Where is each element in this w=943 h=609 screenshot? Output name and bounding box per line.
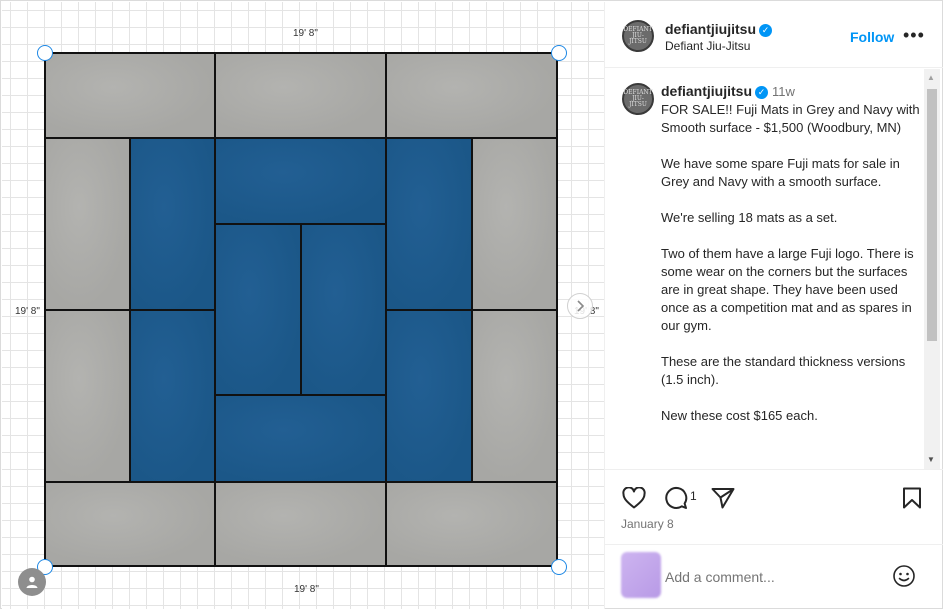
resize-handle-bottom-right[interactable] — [551, 559, 567, 575]
mat-navy — [214, 394, 387, 483]
mat-navy — [129, 137, 216, 311]
heart-icon[interactable] — [621, 485, 647, 511]
mat-grey — [385, 481, 558, 567]
comment-composer — [605, 544, 943, 609]
mat-navy — [385, 309, 473, 483]
emoji-icon[interactable] — [892, 564, 916, 588]
header-username-row: defiantjiujitsu ✓ — [665, 21, 772, 39]
mat-grey — [385, 52, 558, 139]
mat-grey — [471, 137, 558, 311]
mat-grey — [214, 52, 387, 139]
caption-text: FOR SALE!! Fuji Mats in Grey and Navy wi… — [661, 101, 923, 443]
mat-grey — [44, 52, 216, 139]
resize-handle-top-right[interactable] — [551, 45, 567, 61]
caption-username-row: defiantjiujitsu ✓ — [661, 83, 768, 101]
avatar-logo-text: DEFIANT JIU-JITSU — [623, 89, 653, 108]
post-sidebar: DEFIANT JIU-JITSU defiantjiujitsu ✓ Defia… — [604, 2, 943, 609]
resize-handle-top-left[interactable] — [37, 45, 53, 61]
caption-paragraph: These are the standard thickness version… — [661, 354, 906, 387]
caption-section: DEFIANT JIU-JITSU defiantjiujitsu ✓ 11w F… — [605, 69, 943, 469]
mat-grey — [471, 309, 558, 483]
dimension-label-top: 19' 8" — [293, 28, 318, 39]
comment-count: 1 — [690, 489, 697, 503]
mat-navy — [300, 223, 387, 396]
comment-icon[interactable] — [663, 485, 689, 511]
mat-grey — [214, 481, 387, 567]
avatar[interactable]: DEFIANT JIU-JITSU — [622, 20, 654, 52]
follow-button[interactable]: Follow — [850, 29, 894, 45]
post-date[interactable]: January 8 — [621, 517, 674, 531]
scrollbar-thumb[interactable] — [927, 89, 937, 341]
mat-navy — [214, 137, 387, 225]
scroll-up-icon[interactable]: ▲ — [927, 73, 935, 82]
mat-grey — [44, 137, 131, 311]
chevron-right-icon[interactable] — [567, 293, 593, 319]
caption-paragraph: Two of them have a large Fuji logo. Ther… — [661, 246, 914, 333]
avatar-logo-text: DEFIANT JIU-JITSU — [623, 26, 653, 45]
caption-paragraph: We're selling 18 mats as a set. — [661, 210, 838, 225]
verified-badge-icon: ✓ — [759, 24, 772, 37]
post-image[interactable]: 19' 8" 19' 8" 19' 8" 19' 8" — [2, 2, 604, 609]
caption-paragraph: New these cost $165 each. — [661, 408, 818, 423]
dimension-label-bottom: 19' 8" — [294, 584, 319, 595]
bookmark-icon[interactable] — [899, 485, 925, 511]
user-tag-icon[interactable] — [18, 568, 46, 596]
scroll-down-icon[interactable]: ▼ — [927, 455, 935, 464]
more-options-icon[interactable]: ••• — [903, 25, 925, 46]
mat-grey — [44, 309, 131, 483]
post-header: DEFIANT JIU-JITSU defiantjiujitsu ✓ Defia… — [605, 2, 943, 68]
post-age[interactable]: 11w — [772, 84, 795, 99]
post-modal: 19' 8" 19' 8" 19' 8" 19' 8" — [0, 0, 943, 609]
avatar[interactable]: DEFIANT JIU-JITSU — [622, 83, 654, 115]
avatar — [621, 552, 661, 598]
comment-input[interactable] — [665, 569, 865, 585]
account-subtitle[interactable]: Defiant Jiu-Jitsu — [665, 39, 750, 53]
verified-badge-icon: ✓ — [755, 86, 768, 99]
username-link[interactable]: defiantjiujitsu — [665, 21, 756, 37]
caption-username-link[interactable]: defiantjiujitsu — [661, 83, 752, 99]
caption-paragraph: We have some spare Fuji mats for sale in… — [661, 156, 900, 189]
mat-navy — [214, 223, 302, 396]
dimension-label-left: 19' 8" — [15, 306, 40, 317]
mat-navy — [385, 137, 473, 311]
caption-paragraph: FOR SALE!! Fuji Mats in Grey and Navy wi… — [661, 102, 920, 135]
mat-grey — [44, 481, 216, 567]
action-bar: 1 January 8 — [605, 469, 943, 544]
mat-navy — [129, 309, 216, 483]
share-icon[interactable] — [710, 485, 736, 511]
